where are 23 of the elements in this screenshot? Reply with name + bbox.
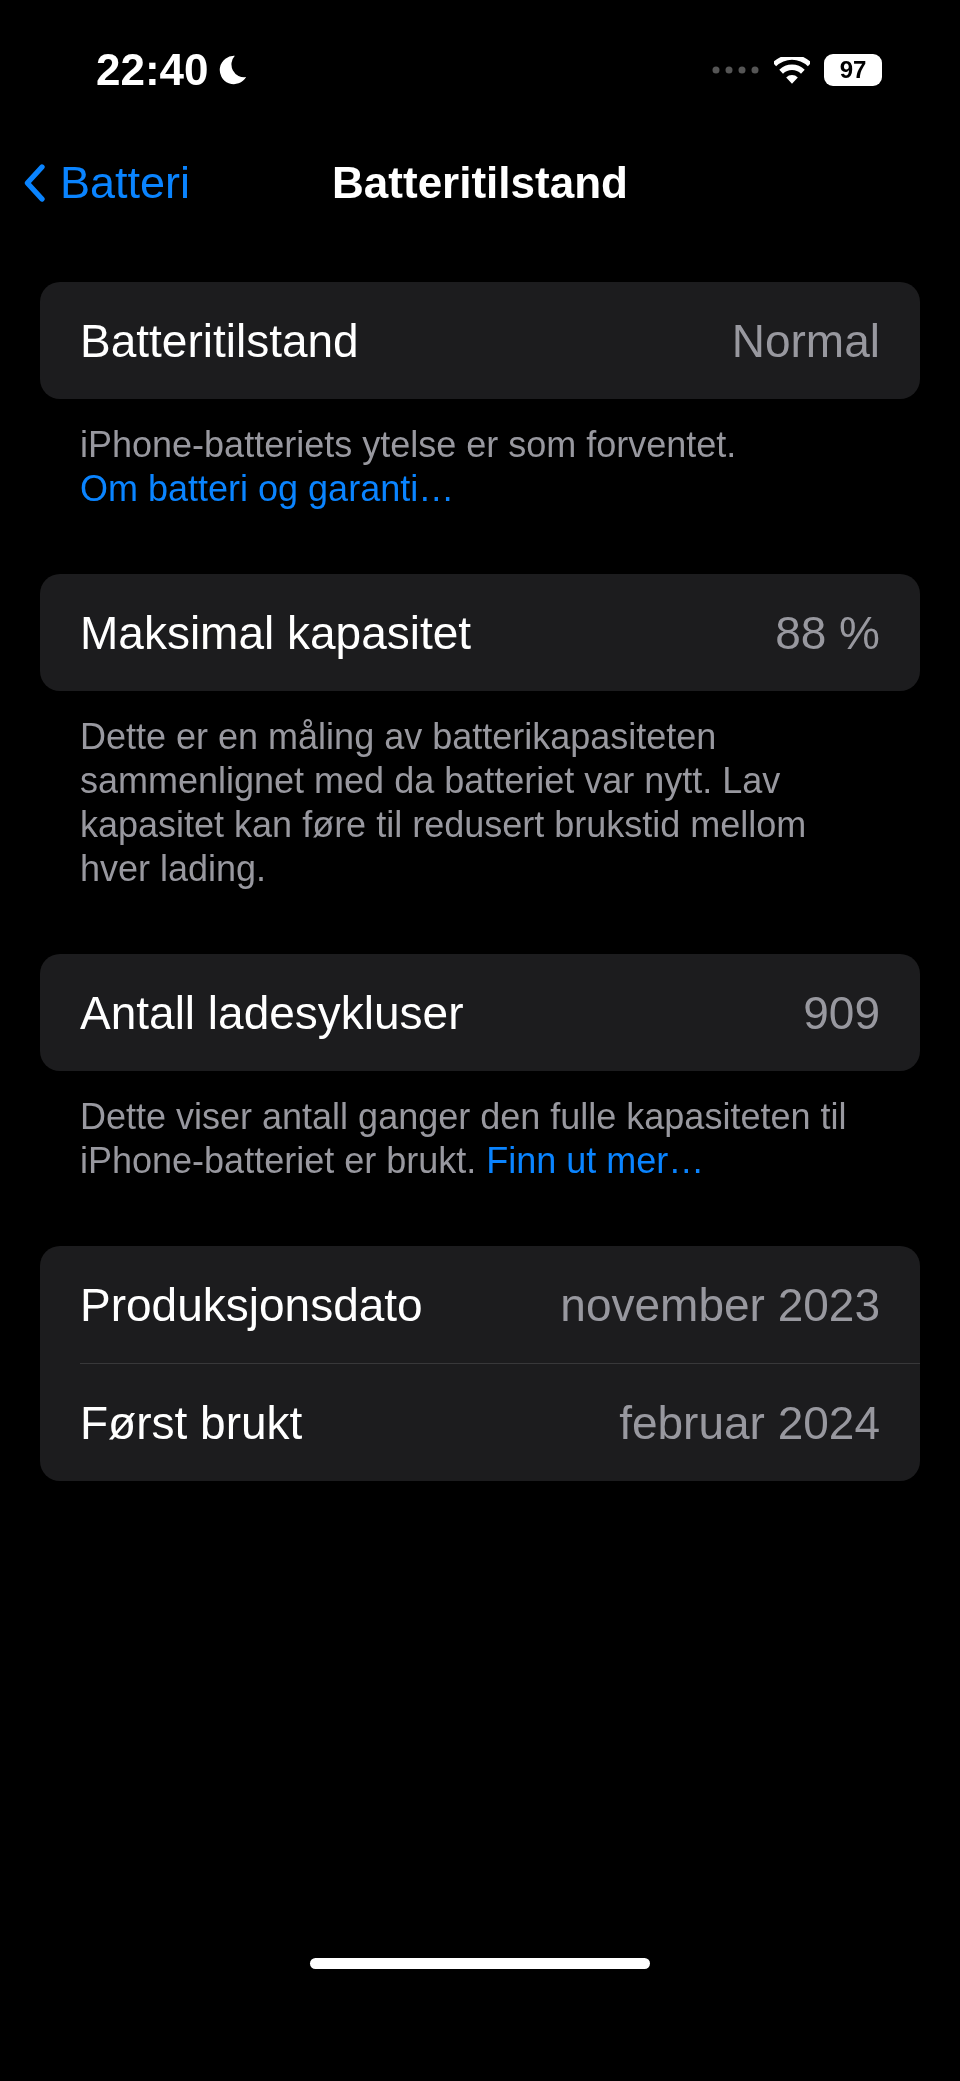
link[interactable]: Finn ut mer…	[486, 1140, 705, 1181]
row-value: 909	[803, 985, 880, 1040]
page-title: Batteritilstand	[332, 158, 628, 208]
clock-time: 22:40	[96, 45, 209, 95]
link[interactable]: Om batteri og garanti…	[80, 468, 455, 509]
row-value: november 2023	[560, 1277, 880, 1332]
row-value: februar 2024	[619, 1395, 880, 1450]
footer-text: Dette er en måling av batterikapasiteten sammenlignet med da batteriet var nytt. Lav kapasitet kan føre til redusert brukstid mellom hver lading.	[80, 715, 808, 891]
row-label: Maksimal kapasitet	[80, 605, 472, 660]
back-button[interactable]: Batteri	[0, 157, 191, 209]
row-label: Produksjonsdato	[80, 1277, 423, 1332]
battery-level-text: 97	[839, 56, 867, 84]
footer-text: Dette viser antall ganger den fulle kapasiteten til iPhone-batteriet er brukt. Finn ut mer…	[80, 1095, 848, 1183]
footer-text: iPhone-batteriets ytelse er som forventet. Om batteri og garanti…	[80, 423, 738, 511]
row-label: Batteritilstand	[80, 313, 359, 368]
home-indicator[interactable]	[310, 1958, 650, 1969]
wifi-icon	[774, 56, 810, 84]
chevron-left-icon	[22, 163, 46, 203]
row-value: Normal	[731, 313, 880, 368]
row-label: Antall ladesykluser	[80, 985, 464, 1040]
signal-icon	[712, 66, 760, 74]
row-value: 88 %	[775, 605, 880, 660]
row-label: Først brukt	[80, 1395, 303, 1450]
